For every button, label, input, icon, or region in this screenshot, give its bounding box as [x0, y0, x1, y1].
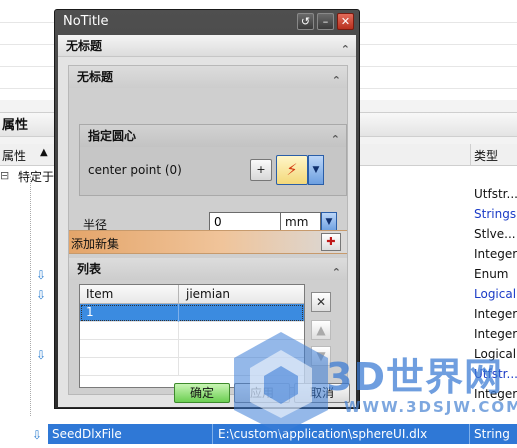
jiemian-column-header[interactable]: jiemian — [186, 287, 230, 301]
remove-item-button[interactable]: ✕ — [311, 292, 331, 312]
add-new-set-button[interactable]: ✚ — [321, 233, 341, 251]
notitle-dialog: NoTitle ↺ – ✕ 无标题 ⌃ 无标题 ⌃ 指定圆心 ⌃ center … — [54, 9, 360, 409]
list-group-header[interactable]: 列表 ⌃ — [69, 258, 347, 280]
dialog-title: NoTitle — [63, 14, 109, 29]
property-column-label[interactable]: 属性 — [2, 147, 26, 164]
collapse-tree-icon[interactable]: ⊟ — [0, 169, 9, 182]
center-point-group: 指定圆心 ⌃ center point (0) + ⚡ ▼ — [79, 124, 347, 196]
type-column-label[interactable]: 类型 — [474, 147, 498, 164]
add-new-set-label: 添加新集 — [71, 237, 120, 251]
item-list[interactable]: Item jiemian 1 — [79, 284, 305, 388]
list-item[interactable]: 1 — [80, 304, 304, 322]
download-arrow-icon: ⇩ — [36, 348, 47, 362]
close-icon: ✕ — [315, 295, 327, 309]
download-arrow-icon: ⇩ — [36, 288, 47, 302]
dialog-body: 无标题 ⌃ 无标题 ⌃ 指定圆心 ⌃ center point (0) + ⚡ … — [58, 35, 356, 407]
point-constructor-icon: + — [256, 163, 266, 176]
properties-title: 属性 — [2, 118, 29, 133]
apply-button[interactable]: 应用 — [234, 383, 290, 403]
add-new-set-row: 添加新集 ✚ — [69, 230, 347, 254]
tree-guide-line — [30, 176, 31, 416]
reset-icon[interactable]: ↺ — [297, 13, 314, 30]
inner-group-header[interactable]: 无标题 ⌃ — [69, 66, 347, 88]
list-empty-row — [80, 322, 304, 340]
sort-up-icon[interactable]: ▲ — [40, 147, 48, 158]
list-empty-row — [80, 358, 304, 376]
unit-dropdown-button[interactable]: ▼ — [321, 212, 337, 232]
cancel-button[interactable]: 取消 — [294, 383, 350, 403]
download-arrow-icon: ⇩ — [32, 428, 43, 442]
list-empty-row — [80, 340, 304, 358]
item-column-header[interactable]: Item — [86, 287, 113, 301]
dialog-footer: 确定 应用 取消 — [58, 381, 356, 407]
inferred-point-button[interactable]: ⚡ — [276, 155, 308, 185]
dialog-titlebar[interactable]: NoTitle ↺ – ✕ — [55, 10, 359, 34]
collapse-arrow-icon[interactable]: ⌃ — [332, 70, 341, 92]
close-icon[interactable]: ✕ — [337, 13, 354, 30]
arrow-down-icon: ▼ — [316, 349, 326, 363]
selected-table-row[interactable]: SeedDlxFile E:\custom\application\sphere… — [48, 424, 517, 444]
main-group-header[interactable]: 无标题 ⌃ — [58, 35, 356, 57]
collapse-arrow-icon[interactable]: ⌃ — [331, 129, 340, 151]
radius-input[interactable] — [209, 212, 281, 232]
list-header: Item jiemian — [80, 285, 304, 304]
add-set-icon: ✚ — [326, 235, 336, 248]
snap-point-icon: ⚡ — [286, 160, 298, 179]
chevron-down-icon: ▼ — [312, 165, 320, 175]
move-down-button[interactable]: ▼ — [311, 346, 331, 366]
arrow-up-icon: ▲ — [316, 323, 326, 337]
ok-button[interactable]: 确定 — [174, 383, 230, 403]
center-point-header[interactable]: 指定圆心 ⌃ — [80, 125, 346, 147]
minimize-icon[interactable]: – — [317, 13, 334, 30]
collapse-arrow-icon[interactable]: ⌃ — [341, 39, 350, 61]
inner-group: 无标题 ⌃ 指定圆心 ⌃ center point (0) + ⚡ ▼ 半径 m… — [68, 65, 348, 395]
download-arrow-icon: ⇩ — [36, 268, 47, 282]
move-up-button[interactable]: ▲ — [311, 320, 331, 340]
unit-select[interactable]: mm — [281, 212, 321, 232]
point-dialog-button[interactable]: + — [250, 159, 272, 181]
chevron-down-icon: ▼ — [325, 217, 333, 227]
point-type-dropdown[interactable]: ▼ — [308, 155, 324, 185]
collapse-arrow-icon[interactable]: ⌃ — [332, 262, 341, 284]
center-point-label: center point (0) — [88, 163, 182, 177]
